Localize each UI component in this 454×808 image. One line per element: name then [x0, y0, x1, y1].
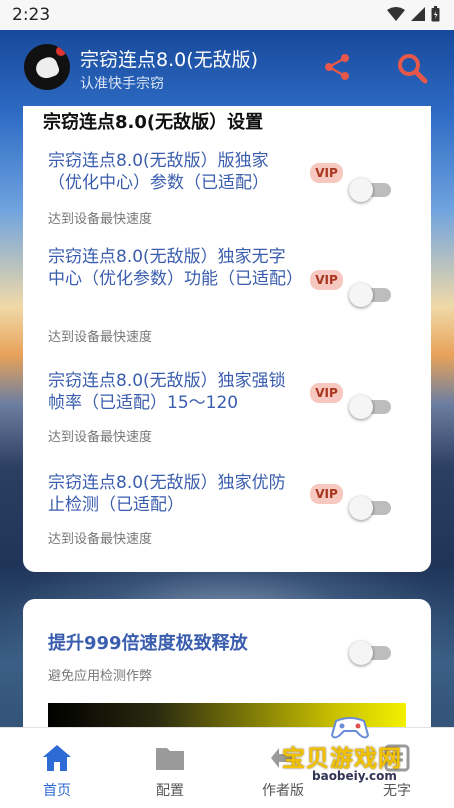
vip-badge: VIP [310, 484, 343, 504]
setting-item-title: 宗窃连点8.0(无敌版）独家优防止检测（已适配） [48, 473, 286, 515]
settings-card: 宗窃连点8.0(无敌版）设置 宗窃连点8.0(无敌版）版独家（优化中心）参数（已… [23, 106, 431, 572]
nav-label-config: 配置 [156, 783, 184, 799]
toggle-knob [349, 283, 373, 307]
nav-item-home[interactable]: 首页 [12, 728, 102, 808]
setting-item-desc: 达到设备最快速度 [48, 532, 153, 547]
app-bar: 宗窃连点8.0(无敌版) 认准快手宗窃 [0, 30, 454, 106]
setting-item-desc: 达到设备最快速度 [48, 212, 153, 227]
toggle-knob [349, 178, 373, 202]
watermark-url: baobeiy.com [312, 769, 397, 783]
vip-badge: VIP [310, 270, 343, 290]
share-icon[interactable] [322, 52, 352, 82]
vip-badge: VIP [310, 163, 343, 183]
watermark: 宝贝游戏网 baobeiy.com [278, 713, 448, 803]
setting-item-desc: 达到设备最快速度 [48, 430, 153, 445]
setting-toggle[interactable] [349, 494, 391, 522]
search-icon[interactable] [396, 52, 428, 84]
nav-label-home: 首页 [43, 783, 71, 799]
setting-toggle[interactable] [349, 393, 391, 421]
boost-desc: 避免应用检测作弊 [48, 669, 153, 684]
wifi-icon [387, 7, 405, 21]
battery-icon [431, 6, 440, 22]
toggle-knob [349, 395, 373, 419]
boost-title: 提升999倍速度极致释放 [48, 633, 248, 654]
watermark-text: 宝贝游戏网 [282, 746, 402, 772]
vip-badge: VIP [310, 383, 343, 403]
home-icon [43, 745, 71, 771]
folder-icon [156, 748, 184, 770]
boost-toggle[interactable] [349, 639, 391, 667]
app-subtitle: 认准快手宗窃 [80, 76, 164, 92]
avatar-figure [33, 54, 61, 82]
avatar[interactable] [24, 44, 70, 90]
setting-item-title: 宗窃连点8.0(无敌版）独家无字中心（优化参数）功能（已适配） [48, 247, 303, 289]
app-title: 宗窃连点8.0(无敌版) [80, 49, 259, 71]
settings-card-title: 宗窃连点8.0(无敌版）设置 [43, 112, 264, 133]
gamepad-icon [330, 717, 370, 739]
toggle-knob [349, 641, 373, 665]
setting-item-title: 宗窃连点8.0(无敌版）版独家（优化中心）参数（已适配） [48, 151, 269, 193]
status-bar: 2:23 [0, 0, 454, 30]
setting-toggle[interactable] [349, 176, 391, 204]
setting-item-title: 宗窃连点8.0(无敌版）独家强锁帧率（已适配）15～120 [48, 371, 286, 413]
nav-item-config[interactable]: 配置 [125, 728, 215, 808]
signal-icon [411, 7, 425, 21]
avatar-dot [56, 46, 66, 56]
toggle-knob [349, 496, 373, 520]
setting-toggle[interactable] [349, 281, 391, 309]
status-time: 2:23 [12, 5, 51, 25]
status-icons [387, 6, 440, 22]
setting-item-desc: 达到设备最快速度 [48, 330, 153, 345]
